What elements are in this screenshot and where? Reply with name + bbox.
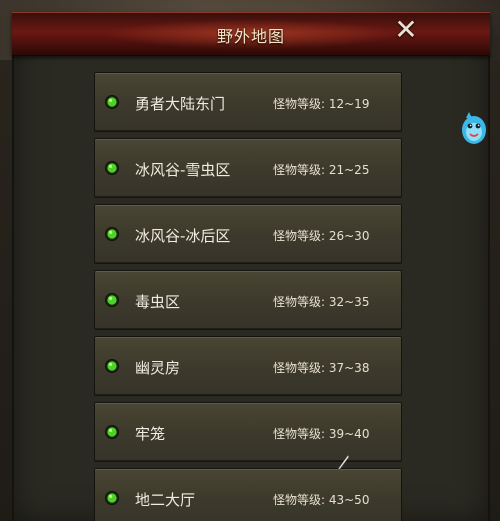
green-gem-icon (105, 227, 119, 241)
map-row[interactable]: 冰风谷-雪虫区 怪物等级: 21~25 (94, 138, 402, 198)
map-row[interactable]: 牢笼 怪物等级: 39~40 (94, 402, 402, 462)
monster-level: 怪物等级: 37~38 (273, 361, 370, 375)
green-gem-icon (105, 95, 119, 109)
map-name: 牢笼 (135, 425, 166, 443)
green-gem-icon (105, 359, 119, 373)
monster-level: 怪物等级: 39~40 (273, 427, 370, 441)
green-gem-icon (105, 161, 119, 175)
close-button[interactable]: ✕ (392, 16, 420, 44)
map-name: 勇者大陆东门 (135, 95, 226, 113)
map-row[interactable]: 冰风谷-冰后区 怪物等级: 26~30 (94, 204, 402, 264)
monster-level: 怪物等级: 21~25 (273, 163, 370, 177)
monster-level: 怪物等级: 26~30 (273, 229, 370, 243)
close-icon: ✕ (394, 13, 418, 46)
map-name: 冰风谷-冰后区 (135, 227, 231, 245)
monster-level: 怪物等级: 43~50 (273, 493, 370, 507)
map-name: 地二大厅 (135, 491, 196, 509)
map-name: 幽灵房 (135, 359, 181, 377)
monster-level: 怪物等级: 32~35 (273, 295, 370, 309)
map-name: 冰风谷-雪虫区 (135, 161, 231, 179)
green-gem-icon (105, 491, 119, 505)
map-row[interactable]: 地二大厅 怪物等级: 43~50 (94, 468, 402, 521)
green-gem-icon (105, 293, 119, 307)
map-row[interactable]: 幽灵房 怪物等级: 37~38 (94, 336, 402, 396)
monster-level: 怪物等级: 12~19 (273, 97, 370, 111)
map-list: 勇者大陆东门 怪物等级: 12~19 冰风谷-雪虫区 怪物等级: 21~25 冰风谷-冰… (94, 72, 402, 521)
pointer-cursor-icon (337, 454, 350, 470)
game-screen: 野外地图 ✕ 勇者大陆东门 怪物等级: 12~19 冰风谷-雪虫区 怪物等级: 21~… (0, 0, 500, 521)
blue-creature-icon[interactable] (458, 108, 488, 148)
map-row[interactable]: 勇者大陆东门 怪物等级: 12~19 (94, 72, 402, 132)
green-gem-icon (105, 425, 119, 439)
map-name: 毒虫区 (135, 293, 181, 311)
map-row[interactable]: 毒虫区 怪物等级: 32~35 (94, 270, 402, 330)
